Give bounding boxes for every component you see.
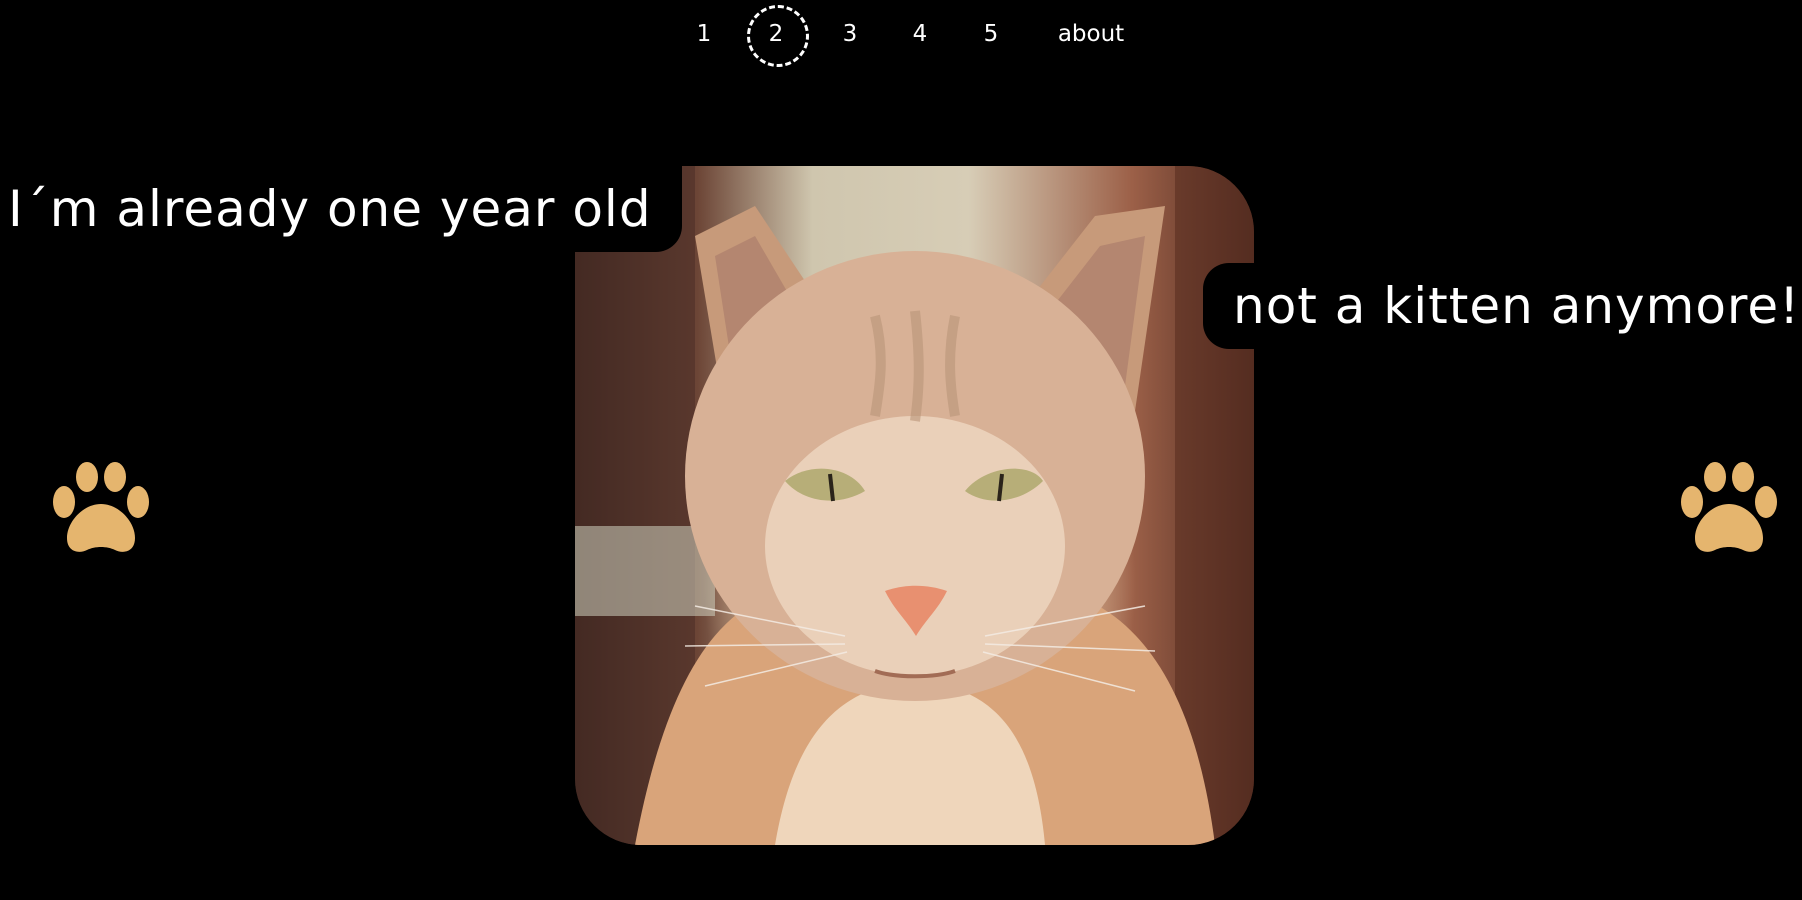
nav-item-2[interactable]: 2: [747, 5, 809, 67]
nav-item-5[interactable]: 5: [973, 10, 1009, 58]
nav-item-1[interactable]: 1: [686, 10, 722, 58]
page-nav: 1 2 3 4 5 about: [0, 0, 1802, 67]
cat-illustration: [575, 166, 1254, 845]
nav-item-4[interactable]: 4: [902, 10, 938, 58]
paw-icon: [53, 462, 149, 552]
nav-item-about[interactable]: about: [1050, 10, 1132, 58]
caption-left: I´m already one year old: [0, 166, 682, 252]
nav-item-3[interactable]: 3: [832, 10, 868, 58]
paw-icon: [1681, 462, 1777, 552]
caption-right: not a kitten anymore!: [1203, 263, 1802, 349]
cat-photo: [575, 166, 1254, 845]
